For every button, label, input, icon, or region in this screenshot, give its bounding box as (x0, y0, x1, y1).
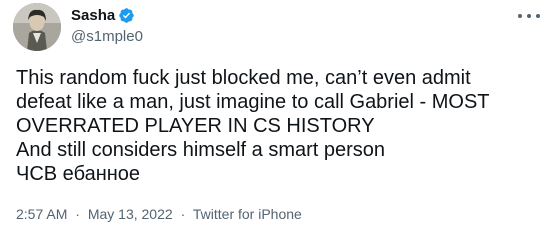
verified-badge-icon (119, 8, 134, 23)
more-horizontal-icon (518, 14, 522, 18)
more-options-button[interactable] (518, 10, 540, 22)
tweet-time[interactable]: 2:57 AM (16, 206, 67, 222)
avatar-photo-icon (13, 3, 61, 51)
tweet-date[interactable]: May 13, 2022 (88, 206, 173, 222)
tweet-text-line: And still considers himself a smart pers… (16, 139, 386, 161)
tweet-metadata: 2:57 AM · May 13, 2022 · Twitter for iPh… (16, 206, 302, 222)
author-avatar[interactable] (13, 3, 61, 51)
tweet-text-line: This random fuck just blocked me, can’t … (16, 67, 471, 89)
meta-separator: · (180, 206, 186, 222)
tweet-text: This random fuck just blocked me, can’t … (16, 66, 536, 186)
tweet-text-line: OVERRATED PLAYER IN CS HISTORY (16, 115, 375, 137)
author-display-name[interactable]: Sasha (71, 6, 115, 25)
tweet-text-line: ЧСВ ебанное (16, 163, 141, 185)
tweet-source[interactable]: Twitter for iPhone (193, 206, 302, 222)
author-handle[interactable]: @s1mple0 (71, 27, 143, 46)
tweet-card: Sasha @s1mple0 This random fuck just blo… (0, 0, 550, 240)
tweet-text-line: defeat like a man, just imagine to call … (16, 91, 490, 113)
meta-separator: · (75, 206, 80, 222)
author-names: Sasha @s1mple0 (71, 6, 143, 46)
display-name-row: Sasha (71, 6, 143, 25)
